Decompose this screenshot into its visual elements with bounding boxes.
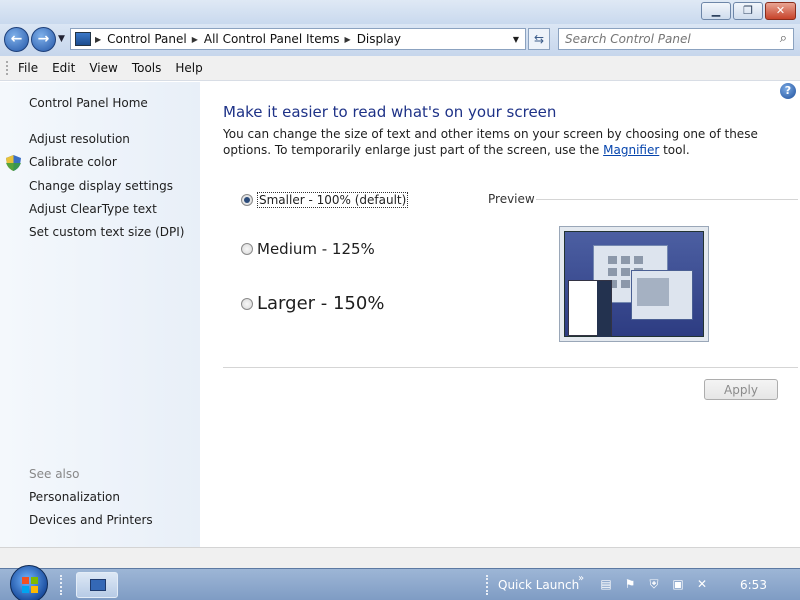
navigation-bar: ← → ▼ ▶ Control Panel ▶ All Control Pane… — [0, 24, 800, 56]
taskbar-grip — [60, 575, 65, 595]
preview-label: Preview — [488, 192, 535, 206]
main-content: ? Make it easier to read what's on your … — [200, 82, 800, 547]
option-larger[interactable]: Larger - 150% — [241, 293, 384, 314]
see-also-heading: See also — [29, 467, 80, 481]
document-icon[interactable]: ▤ — [598, 576, 614, 592]
menu-bar: File Edit View Tools Help — [0, 56, 800, 81]
page-description: You can change the size of text and othe… — [223, 126, 783, 158]
option-smaller[interactable]: Smaller - 100% (default) — [241, 192, 409, 208]
apply-button[interactable]: Apply — [704, 379, 778, 400]
search-icon[interactable]: ⌕ — [780, 31, 787, 46]
menu-view[interactable]: View — [89, 61, 117, 75]
start-button[interactable] — [10, 565, 48, 600]
adjust-resolution-link[interactable]: Adjust resolution — [29, 132, 130, 146]
taskbar-grip — [486, 575, 491, 595]
option-smaller-label[interactable]: Smaller - 100% (default) — [257, 192, 409, 208]
minimize-icon[interactable]: ▁ — [701, 2, 731, 20]
restore-icon[interactable]: ❐ — [733, 2, 763, 20]
search-input[interactable] — [559, 29, 759, 49]
taskbar: Quick Launch » ▤ ⚑ ⛨ ▣ ✕ 6:53 — [0, 565, 800, 600]
description-tail: tool. — [659, 143, 690, 157]
magnifier-link[interactable]: Magnifier — [603, 143, 659, 157]
status-bar — [0, 547, 800, 568]
title-bar: ▁ ❐ ✕ — [0, 0, 800, 24]
search-box[interactable]: ⌕ — [558, 28, 794, 50]
preview-desktop — [564, 231, 704, 337]
change-display-settings-link[interactable]: Change display settings — [29, 179, 173, 193]
address-dropdown-icon[interactable]: ▼ — [513, 35, 519, 44]
menu-edit[interactable]: Edit — [52, 61, 75, 75]
page-title: Make it easier to read what's on your sc… — [223, 103, 557, 121]
forward-arrow-icon[interactable]: → — [31, 27, 56, 52]
radio-smaller[interactable] — [241, 194, 253, 206]
volume-muted-icon[interactable]: ✕ — [694, 576, 710, 592]
menu-tools[interactable]: Tools — [132, 61, 162, 75]
clock[interactable]: 6:53 — [740, 578, 767, 592]
radio-larger[interactable] — [241, 297, 253, 310]
task-pane: Control Panel Home Adjust resolution Cal… — [0, 82, 200, 547]
radio-medium[interactable] — [241, 243, 253, 255]
menu-help[interactable]: Help — [175, 61, 202, 75]
quick-launch-label[interactable]: Quick Launch — [498, 578, 579, 592]
calibrate-color-link[interactable]: Calibrate color — [29, 155, 117, 169]
menu-file[interactable]: File — [18, 61, 38, 75]
address-bar[interactable]: ▶ Control Panel ▶ All Control Panel Item… — [70, 28, 526, 50]
preview-window — [631, 270, 693, 320]
chevron-right-icon[interactable]: » — [578, 573, 584, 584]
close-icon[interactable]: ✕ — [765, 2, 796, 20]
adjust-cleartype-link[interactable]: Adjust ClearType text — [29, 202, 157, 216]
personalization-link[interactable]: Personalization — [29, 490, 120, 504]
control-panel-icon — [75, 32, 91, 46]
recent-pages-dropdown-icon[interactable]: ▼ — [58, 34, 65, 44]
menu-grip — [6, 61, 12, 75]
set-custom-text-size-link[interactable]: Set custom text size (DPI) — [29, 225, 184, 239]
action-center-flag-icon[interactable]: ⚑ — [622, 576, 638, 592]
option-larger-label[interactable]: Larger - 150% — [257, 293, 384, 314]
preview-image — [559, 226, 709, 342]
back-arrow-icon[interactable]: ← — [4, 27, 29, 52]
option-medium-label[interactable]: Medium - 125% — [257, 240, 375, 258]
breadcrumb-all-items[interactable]: All Control Panel Items — [204, 32, 340, 46]
divider — [223, 367, 798, 368]
breadcrumb-display[interactable]: Display — [357, 32, 401, 46]
network-icon[interactable]: ▣ — [670, 576, 686, 592]
refresh-icon[interactable]: ⇆ — [528, 28, 550, 50]
control-panel-icon — [90, 579, 106, 591]
taskbar-control-panel-button[interactable] — [76, 572, 118, 598]
windows-logo-icon — [22, 577, 38, 593]
option-medium[interactable]: Medium - 125% — [241, 240, 375, 258]
system-tray: ▤ ⚑ ⛨ ▣ ✕ — [598, 576, 710, 592]
preview-divider — [536, 199, 798, 200]
control-panel-home-link[interactable]: Control Panel Home — [29, 96, 148, 110]
devices-and-printers-link[interactable]: Devices and Printers — [29, 513, 153, 527]
help-icon[interactable]: ? — [780, 83, 796, 99]
breadcrumb-control-panel[interactable]: Control Panel — [107, 32, 187, 46]
breadcrumb-separator-icon[interactable]: ▶ — [345, 35, 351, 44]
security-shield-icon[interactable]: ⛨ — [646, 576, 662, 592]
shield-icon — [6, 155, 21, 171]
breadcrumb-separator-icon[interactable]: ▶ — [95, 35, 101, 44]
breadcrumb-separator-icon[interactable]: ▶ — [192, 35, 198, 44]
preview-start-menu — [568, 280, 612, 337]
